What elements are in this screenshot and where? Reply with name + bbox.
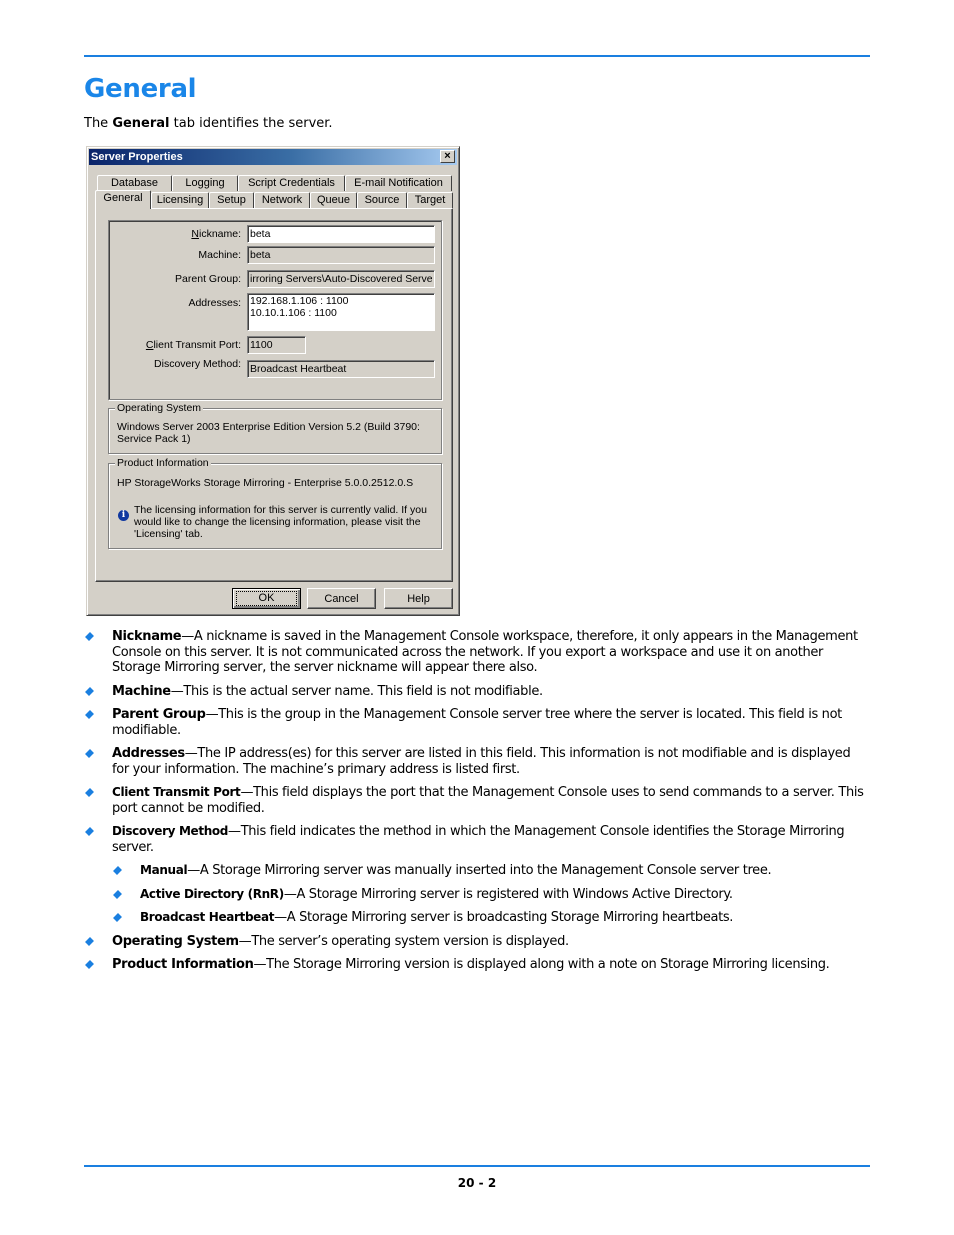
general-tab-panel: Nickname: Machine: Parent Group: Address…	[95, 208, 453, 582]
bullet-diamond-icon	[85, 788, 94, 797]
bullet-diamond-icon	[85, 710, 94, 719]
list-item-machine: Machine—This is the actual server name. …	[84, 684, 870, 700]
machine-field[interactable]	[247, 246, 435, 264]
client-transmit-port-field[interactable]	[247, 336, 306, 354]
tab-licensing[interactable]: Licensing	[151, 192, 209, 208]
page-title: General	[84, 74, 197, 104]
tab-source[interactable]: Source	[357, 192, 407, 208]
list-item-broadcast-heartbeat: Broadcast Heartbeat—A Storage Mirroring …	[84, 910, 870, 926]
intro-paragraph: The General tab identifies the server.	[84, 116, 333, 131]
dialog-title: Server Properties	[91, 151, 183, 163]
list-item-discovery-method: Discovery Method—This field indicates th…	[84, 824, 870, 855]
discovery-method-field[interactable]	[247, 360, 435, 378]
bullet-diamond-icon	[85, 749, 94, 758]
intro-suffix: tab identifies the server.	[169, 116, 333, 131]
list-item-addresses: Addresses—The IP address(es) for this se…	[84, 746, 870, 777]
bullet-diamond-icon	[85, 686, 94, 696]
bullet-diamond-icon	[113, 913, 122, 922]
list-item-active-directory: Active Directory (RnR)—A Storage Mirrori…	[84, 887, 870, 903]
tab-queue[interactable]: Queue	[310, 192, 357, 208]
tab-logging[interactable]: Logging	[172, 175, 238, 191]
product-version: HP StorageWorks Storage Mirroring - Ente…	[117, 477, 414, 489]
addresses-label: Addresses:	[188, 297, 241, 309]
parent-group-field[interactable]	[247, 270, 435, 288]
tab-row-front: General Licensing Setup Network Queue So…	[95, 190, 453, 209]
tab-general[interactable]: General	[95, 190, 151, 209]
close-icon: ×	[444, 150, 451, 162]
info-icon: i	[118, 510, 129, 521]
machine-label: Machine:	[198, 249, 241, 261]
help-button[interactable]: Help	[384, 588, 453, 609]
list-item-product-information: Product Information—The Storage Mirrorin…	[84, 957, 870, 973]
operating-system-group: Operating System Windows Server 2003 Ent…	[108, 402, 442, 454]
tab-email-notification[interactable]: E-mail Notification	[345, 175, 452, 191]
intro-prefix: The	[84, 116, 113, 131]
tab-network[interactable]: Network	[254, 192, 310, 208]
license-note-line2: would like to change the licensing infor…	[134, 516, 421, 528]
license-note-line1: The licensing information for this serve…	[134, 504, 427, 516]
list-item-nickname: Nickname—A nickname is saved in the Mana…	[84, 629, 870, 676]
operating-system-legend: Operating System	[115, 402, 204, 414]
server-properties-dialog: Server Properties × Database Logging Scr…	[86, 146, 460, 616]
bullet-diamond-icon	[85, 960, 94, 969]
tab-target[interactable]: Target	[407, 192, 453, 208]
addresses-field[interactable]: 192.168.1.106 : 1100 10.10.1.106 : 1100	[247, 293, 435, 331]
ok-button[interactable]: OK	[232, 588, 301, 609]
bullet-diamond-icon	[113, 889, 122, 899]
tab-script-credentials[interactable]: Script Credentials	[238, 175, 345, 191]
list-item-manual: Manual—A Storage Mirroring server was ma…	[84, 863, 870, 879]
bullet-diamond-icon	[85, 632, 94, 641]
bullet-diamond-icon	[85, 936, 94, 946]
close-button[interactable]: ×	[440, 150, 455, 163]
list-item-parent-group: Parent Group—This is the group in the Ma…	[84, 707, 870, 738]
tab-setup[interactable]: Setup	[209, 192, 254, 208]
dialog-titlebar[interactable]: Server Properties ×	[89, 149, 457, 165]
license-note-line3: 'Licensing' tab.	[134, 528, 203, 540]
cancel-button[interactable]: Cancel	[307, 588, 376, 609]
bullet-diamond-icon	[113, 866, 122, 875]
discovery-method-label: Discovery Method:	[154, 358, 241, 370]
nickname-label: Nickname:	[191, 228, 241, 240]
nickname-input[interactable]	[247, 225, 435, 243]
page-number: 20 - 2	[457, 1176, 497, 1190]
list-item-operating-system: Operating System—The server’s operating …	[84, 934, 870, 950]
tab-row-back: Database Logging Script Credentials E-ma…	[97, 175, 452, 192]
parent-group-label: Parent Group:	[175, 273, 241, 285]
product-information-group: Product Information HP StorageWorks Stor…	[108, 457, 442, 549]
intro-bold: General	[112, 116, 170, 131]
server-properties-group: Nickname: Machine: Parent Group: Address…	[108, 220, 442, 400]
field-description-list: Nickname—A nickname is saved in the Mana…	[84, 629, 870, 973]
bullet-diamond-icon	[85, 827, 94, 836]
list-item-client-transmit-port: Client Transmit Port—This field displays…	[84, 785, 870, 816]
footer-rule	[84, 1165, 870, 1167]
client-transmit-port-label: Client Transmit Port:	[145, 339, 241, 351]
os-version-line1: Windows Server 2003 Enterprise Edition V…	[117, 421, 420, 433]
os-version-line2: Service Pack 1)	[117, 433, 191, 445]
product-information-legend: Product Information	[115, 457, 211, 469]
header-rule	[84, 55, 870, 57]
tab-database[interactable]: Database	[97, 175, 172, 191]
